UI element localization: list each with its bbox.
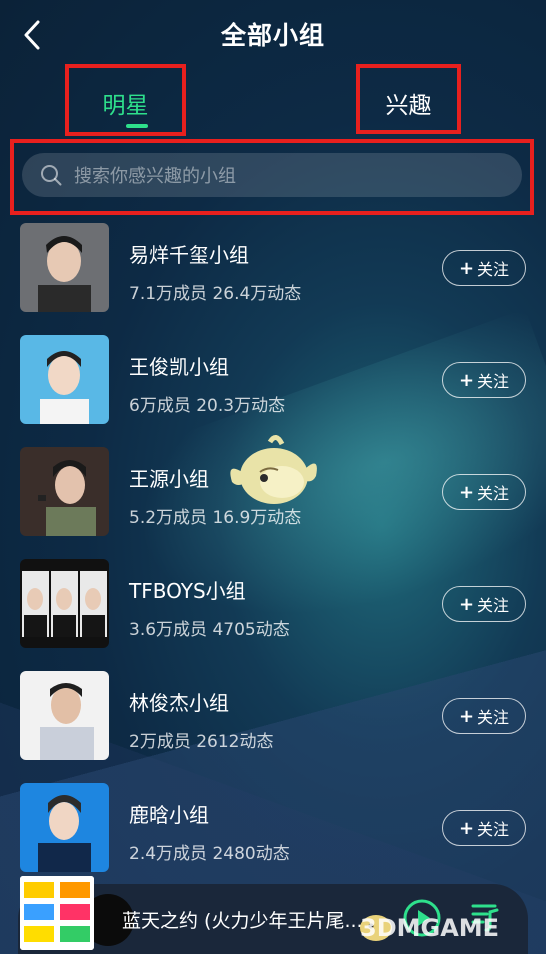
list-item[interactable]: TFBOYS小组 3.6万成员 4705动态 + 关注 [0, 559, 546, 671]
avatar [20, 223, 109, 312]
avatar [20, 671, 109, 760]
plus-icon: + [458, 481, 475, 503]
plus-icon: + [458, 257, 475, 279]
follow-label: 关注 [477, 372, 510, 391]
avatar [20, 447, 109, 536]
song-title: 蓝天之约 (火力少年王片尾... [122, 910, 363, 932]
watermark: 3DMGAME [360, 914, 500, 942]
avatar [20, 783, 109, 872]
active-tab-indicator [126, 124, 148, 128]
list-item[interactable]: 林俊杰小组 2万成员 2612动态 + 关注 [0, 671, 546, 783]
group-name: 王源小组 [129, 467, 209, 491]
list-item[interactable]: 易烊千玺小组 7.1万成员 26.4万动态 + 关注 [0, 223, 546, 335]
follow-label: 关注 [477, 484, 510, 503]
group-name: TFBOYS小组 [129, 579, 246, 603]
follow-button[interactable]: + 关注 [442, 474, 526, 510]
follow-button[interactable]: + 关注 [442, 362, 526, 398]
tab-bar: 明星 兴趣 [0, 64, 546, 136]
follow-label: 关注 [477, 596, 510, 615]
group-name: 鹿晗小组 [129, 803, 209, 827]
avatar [20, 559, 109, 648]
search-input[interactable]: 搜索你感兴趣的小组 [22, 153, 522, 197]
group-stats: 2万成员 2612动态 [129, 732, 274, 752]
list-item[interactable]: 王俊凯小组 6万成员 20.3万动态 + 关注 [0, 335, 546, 447]
follow-label: 关注 [477, 708, 510, 727]
tab-stars[interactable]: 明星 [65, 64, 186, 136]
tab-stars-label: 明星 [102, 93, 149, 119]
plus-icon: + [458, 705, 475, 727]
follow-label: 关注 [477, 260, 510, 279]
follow-button[interactable]: + 关注 [442, 698, 526, 734]
follow-button[interactable]: + 关注 [442, 810, 526, 846]
mascot-icon [230, 435, 317, 504]
tab-interests-label: 兴趣 [385, 93, 432, 119]
follow-button[interactable]: + 关注 [442, 586, 526, 622]
album-cover[interactable] [20, 876, 94, 950]
group-name: 易烊千玺小组 [129, 243, 249, 267]
search-icon [41, 165, 62, 186]
plus-icon: + [458, 369, 475, 391]
group-stats: 2.4万成员 2480动态 [129, 844, 290, 864]
group-stats: 7.1万成员 26.4万动态 [129, 284, 302, 304]
group-stats: 3.6万成员 4705动态 [129, 620, 290, 640]
search-placeholder: 搜索你感兴趣的小组 [74, 166, 236, 187]
avatar [20, 335, 109, 424]
group-list: 易烊千玺小组 7.1万成员 26.4万动态 + 关注 王俊凯小组 6万成员 20.… [0, 223, 546, 895]
page-title: 全部小组 [220, 21, 325, 50]
group-name: 王俊凯小组 [129, 355, 229, 379]
follow-label: 关注 [477, 820, 510, 839]
tab-interests[interactable]: 兴趣 [356, 64, 461, 134]
follow-button[interactable]: + 关注 [442, 250, 526, 286]
header: 全部小组 [0, 0, 546, 64]
group-name: 林俊杰小组 [129, 691, 229, 715]
group-stats: 6万成员 20.3万动态 [129, 396, 286, 416]
plus-icon: + [458, 817, 475, 839]
search-highlight-box: 搜索你感兴趣的小组 [10, 139, 534, 215]
plus-icon: + [458, 593, 475, 615]
